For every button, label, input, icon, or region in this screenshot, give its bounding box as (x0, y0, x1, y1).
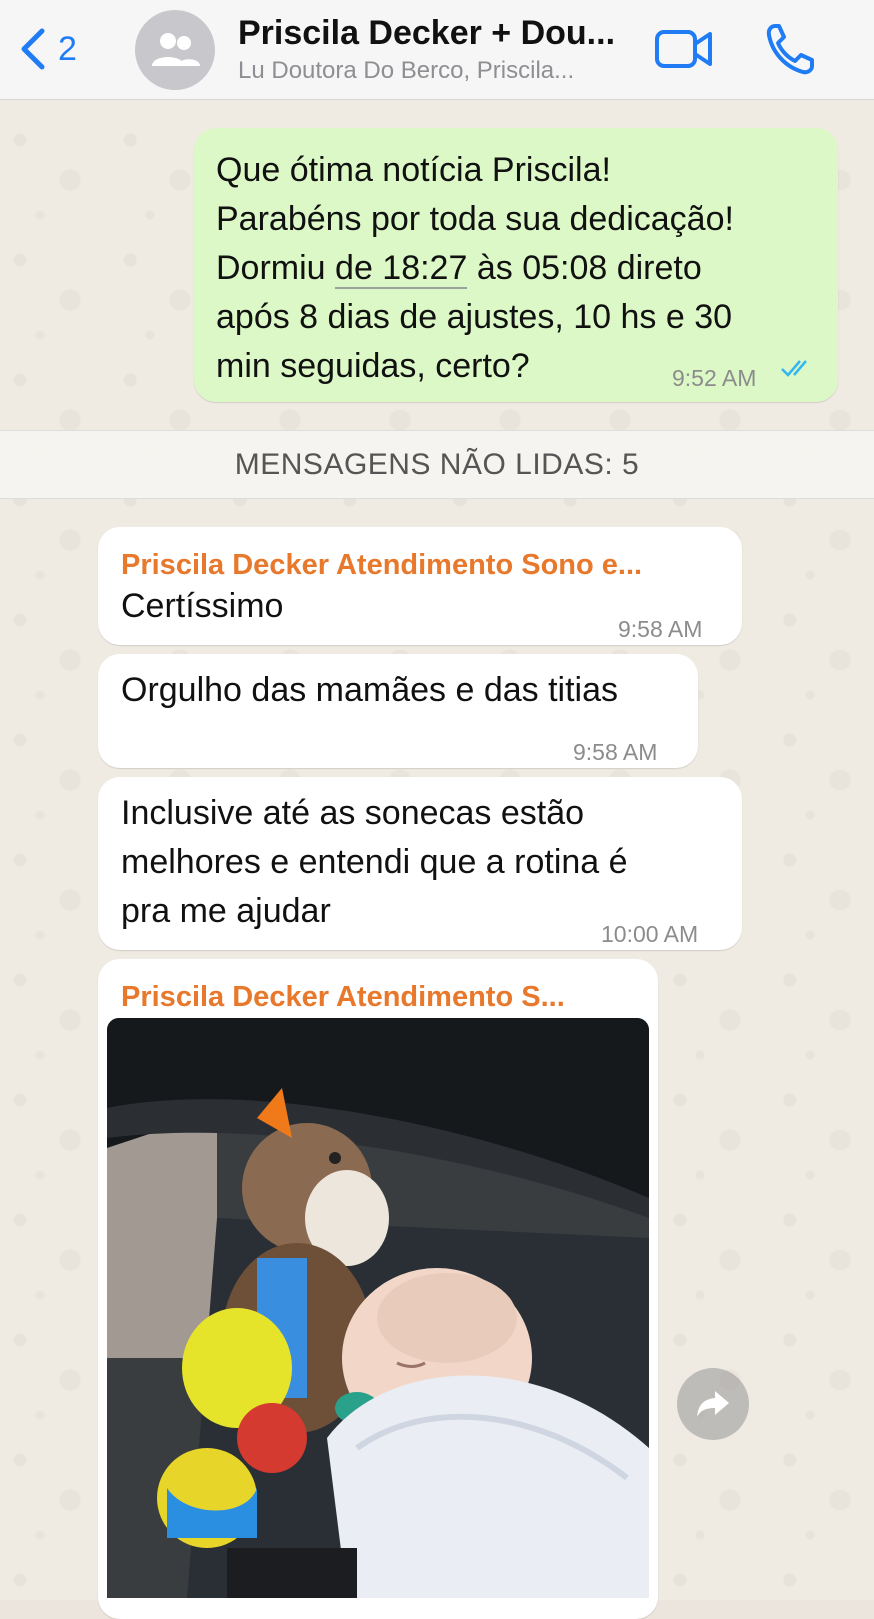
message-text: Certíssimo (121, 587, 284, 625)
video-call-button[interactable] (654, 26, 714, 72)
message-line: Dormiu de 18:27 às 05:08 direto (216, 249, 702, 289)
back-button[interactable]: 2 (18, 24, 98, 74)
forward-icon (697, 1391, 729, 1417)
message-line: Inclusive até as sonecas estão (121, 794, 585, 832)
chevron-left-icon (21, 28, 45, 70)
voice-call-button[interactable] (765, 22, 815, 76)
message-time: 9:58 AM (618, 616, 703, 642)
read-receipt-icon (781, 360, 807, 377)
unread-chats-count: 2 (58, 29, 77, 68)
incoming-photo-message[interactable]: Priscila Decker Atendimento S... (98, 959, 658, 1619)
forward-button[interactable] (677, 1368, 749, 1440)
message-line: Parabéns por toda sua dedicação! (216, 200, 734, 238)
incoming-message[interactable]: Priscila Decker Atendimento Sono e... Ce… (98, 527, 742, 645)
incoming-message[interactable]: Inclusive até as sonecas estão melhores … (98, 777, 742, 950)
video-call-icon (655, 30, 712, 68)
sender-name[interactable]: Priscila Decker Atendimento S... (121, 973, 641, 1022)
time-link[interactable]: de 18:27 (335, 249, 468, 289)
chat-title[interactable]: Priscila Decker + Dou... (238, 14, 628, 53)
baby-photo[interactable] (107, 1018, 649, 1598)
unread-messages-divider: MENSAGENS NÃO LIDAS: 5 (0, 430, 874, 499)
outgoing-message[interactable]: Que ótima notícia Priscila! Parabéns por… (194, 128, 838, 402)
incoming-message[interactable]: Orgulho das mamães e das titias 9:58 AM (98, 654, 698, 768)
chat-header: 2 Priscila Decker + Dou... Lu Doutora Do… (0, 0, 874, 100)
message-line: após 8 dias de ajustes, 10 hs e 30 (216, 298, 733, 336)
message-text: Orgulho das mamães e das titias (121, 671, 619, 709)
message-time: 10:00 AM (601, 921, 699, 947)
phone-icon (766, 24, 814, 75)
message-line: Que ótima notícia Priscila! (216, 151, 611, 189)
message-time: 9:52 AM (672, 365, 757, 391)
message-line: melhores e entendi que a rotina é (121, 843, 628, 881)
message-time: 9:58 AM (573, 739, 658, 765)
group-avatar-icon (152, 33, 200, 66)
group-avatar[interactable] (135, 10, 215, 90)
baby-photo-image (107, 1018, 649, 1598)
chat-participants[interactable]: Lu Doutora Do Berco, Priscila... (238, 57, 628, 85)
